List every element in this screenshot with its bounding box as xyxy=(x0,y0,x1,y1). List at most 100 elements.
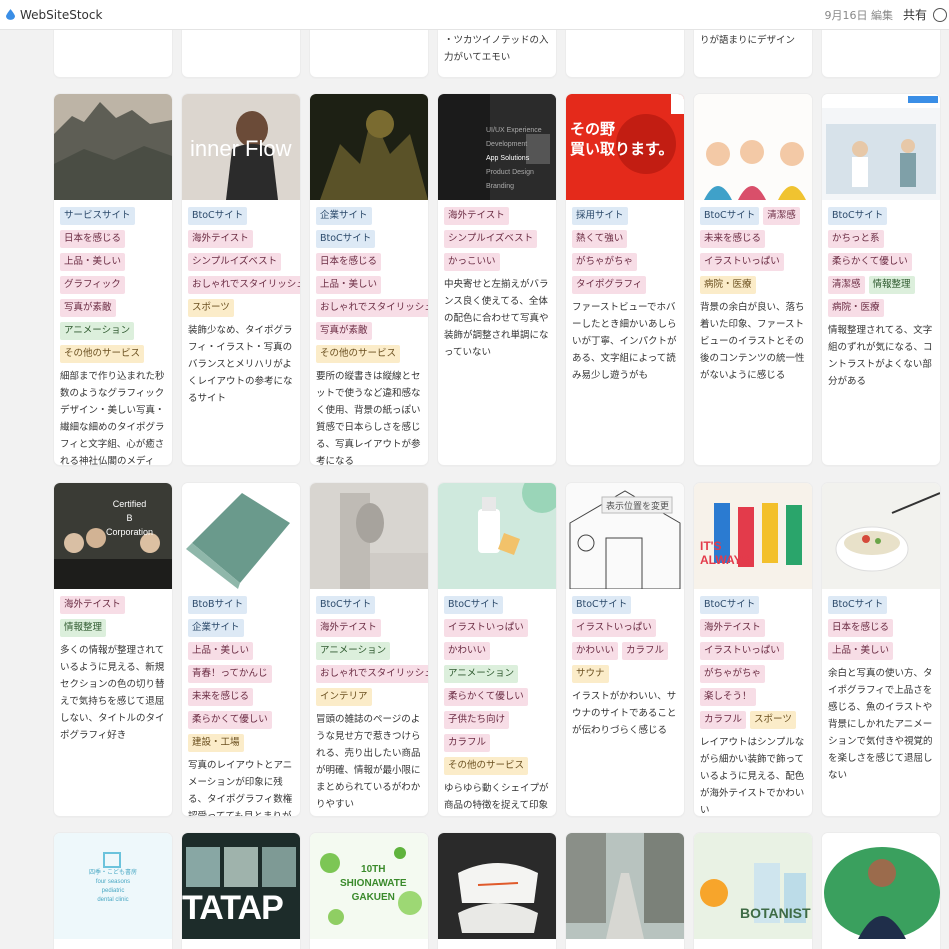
website-card[interactable]: BtoBサイト 企業サイト上品・美しい 青春！ってかんじ 未来を感じる 柔らかくて優しい… xyxy=(182,483,300,816)
site-thumbnail[interactable] xyxy=(438,483,556,589)
website-card[interactable]: TATAP xyxy=(182,833,300,949)
category-tag[interactable]: おしゃれでスタイリッシュ xyxy=(316,299,428,317)
category-tag[interactable]: 病院・医療 xyxy=(828,299,884,317)
category-tag[interactable]: スポーツ xyxy=(188,299,234,317)
category-tag[interactable]: おしゃれでスタイリッシュ xyxy=(316,665,428,683)
category-tag[interactable]: 海外テイスト xyxy=(444,207,509,225)
website-card[interactable]: その野 買い取ります。 採用サイト 熱くて強い がちゃがちゃ タイポグラフィ ファーストビュ… xyxy=(566,94,684,465)
website-card[interactable]: BtoCサイト 海外テイスト アニメーション おしゃれでスタイリッシュ インテリア 冒頭の… xyxy=(310,483,428,816)
category-tag[interactable]: 日本を感じる xyxy=(316,253,382,271)
website-card[interactable]: Certified B Corporation 海外テイスト 情報整理 多くの情報が整理さ… xyxy=(54,483,172,816)
category-tag[interactable]: サービスサイト xyxy=(60,207,135,225)
website-card[interactable]: BtoCサイト イラストいっぱい かわいい アニメーション 柔らかくて優しい 子供たち向け… xyxy=(438,483,556,816)
category-tag[interactable]: 情報整理 xyxy=(60,619,107,637)
category-tag[interactable]: BtoCサイト xyxy=(316,596,376,614)
site-thumbnail[interactable] xyxy=(182,483,300,589)
website-card[interactable]: 企業サイト BtoCサイト 日本を感じる 上品・美しい おしゃれでスタイリッシュ 写真が素… xyxy=(310,94,428,465)
site-thumbnail[interactable]: 四季・こども書房 four seasons pediatric dental clin… xyxy=(54,833,172,939)
site-thumbnail[interactable]: Certified B Corporation xyxy=(54,483,172,589)
website-card[interactable]: BtoCサイト 日本を感じる 上品・美しい 余白と写真の使い方、タイポグラフィで上品さ… xyxy=(822,483,940,816)
site-thumbnail[interactable]: 表示位置を変更 xyxy=(566,483,684,589)
category-tag[interactable]: BtoCサイト xyxy=(188,207,248,225)
site-thumbnail[interactable] xyxy=(54,94,172,200)
category-tag[interactable]: おしゃれでスタイリッシュ xyxy=(188,276,300,294)
category-tag[interactable]: カラフル xyxy=(622,642,669,660)
category-tag[interactable]: BtoCサイト xyxy=(444,596,504,614)
site-thumbnail[interactable] xyxy=(310,483,428,589)
category-tag[interactable]: BtoBサイト xyxy=(188,596,248,614)
category-tag[interactable]: 採用サイト xyxy=(572,207,628,225)
category-tag[interactable]: 海外テイスト xyxy=(60,596,125,614)
category-tag[interactable]: 日本を感じる xyxy=(60,230,126,248)
site-thumbnail[interactable]: その野 買い取ります。 xyxy=(566,94,684,200)
category-tag[interactable]: 青春！ってかんじ xyxy=(188,665,272,683)
category-tag[interactable]: アニメーション xyxy=(316,642,391,660)
category-tag[interactable]: 企業サイト xyxy=(188,619,244,637)
category-tag[interactable]: アニメーション xyxy=(444,665,519,683)
site-thumbnail[interactable] xyxy=(694,94,812,200)
category-tag[interactable]: その他のサービス xyxy=(444,757,529,775)
category-tag[interactable]: イラストいっぱい xyxy=(700,253,784,271)
more-options-icon[interactable] xyxy=(933,7,947,22)
category-tag[interactable]: 海外テイスト xyxy=(188,230,253,248)
category-tag[interactable]: 上品・美しい xyxy=(316,276,382,294)
website-card[interactable] xyxy=(566,833,684,949)
category-tag[interactable]: イラストいっぱい xyxy=(572,619,656,637)
category-tag[interactable]: 建設・工場 xyxy=(188,734,244,752)
category-tag[interactable]: その他のサービス xyxy=(316,345,401,363)
site-thumbnail[interactable] xyxy=(310,94,428,200)
category-tag[interactable]: その他のサービス xyxy=(60,345,145,363)
website-card[interactable] xyxy=(438,833,556,949)
category-tag[interactable]: 柔らかくて優しい xyxy=(828,253,912,271)
category-tag[interactable]: 清潔感 xyxy=(828,276,865,294)
website-card[interactable]: サービスサイト 日本を感じる 上品・美しい グラフィック 写真が素敵 アニメーション その他… xyxy=(54,94,172,465)
category-tag[interactable]: がちゃがちゃ xyxy=(700,665,766,683)
category-tag[interactable]: 柔らかくて優しい xyxy=(444,688,528,706)
website-card[interactable] xyxy=(822,833,940,949)
category-tag[interactable]: BtoCサイト xyxy=(316,230,376,248)
category-tag[interactable]: 上品・美しい xyxy=(60,253,126,271)
site-thumbnail[interactable] xyxy=(822,94,940,200)
category-tag[interactable]: 写真が素敵 xyxy=(60,299,116,317)
site-thumbnail[interactable]: TATAP xyxy=(182,833,300,939)
site-thumbnail[interactable]: inner Flow xyxy=(182,94,300,200)
category-tag[interactable]: アニメーション xyxy=(60,322,135,340)
category-tag[interactable]: BtoCサイト xyxy=(572,596,632,614)
category-tag[interactable]: BtoCサイト xyxy=(700,207,760,225)
website-card[interactable]: 10TH SHIONAWATE GAKUEN xyxy=(310,833,428,949)
site-thumbnail[interactable] xyxy=(438,833,556,939)
site-thumbnail[interactable]: BOTANIST xyxy=(694,833,812,939)
category-tag[interactable]: シンプルイズベスト xyxy=(444,230,538,248)
site-thumbnail[interactable] xyxy=(822,483,940,589)
category-tag[interactable]: 企業サイト xyxy=(316,207,372,225)
category-tag[interactable]: かちっと系 xyxy=(828,230,884,248)
site-thumbnail[interactable]: IT'S ALWAYS xyxy=(694,483,812,589)
category-tag[interactable]: 柔らかくて優しい xyxy=(188,711,272,729)
website-card[interactable]: BtoCサイト かちっと系 柔らかくて優しい 清潔感 情報整理 病院・医療 情報整理されてる… xyxy=(822,94,940,465)
category-tag[interactable]: 上品・美しい xyxy=(188,642,254,660)
category-tag[interactable]: BtoCサイト xyxy=(828,207,888,225)
website-card[interactable]: UI/UX Experience Development App Solutions… xyxy=(438,94,556,465)
category-tag[interactable]: イラストいっぱい xyxy=(444,619,528,637)
category-tag[interactable]: 未来を感じる xyxy=(700,230,766,248)
category-tag[interactable]: 海外テイスト xyxy=(316,619,381,637)
category-tag[interactable]: がちゃがちゃ xyxy=(572,253,638,271)
category-tag[interactable]: BtoCサイト xyxy=(828,596,888,614)
website-card[interactable]: IT'S ALWAYS BtoCサイト 海外テイスト イラストいっぱい がちゃがちゃ 楽しそ… xyxy=(694,483,812,816)
website-card[interactable]: 四季・こども書房 four seasons pediatric dental clin… xyxy=(54,833,172,949)
category-tag[interactable]: かっこいい xyxy=(444,253,500,271)
category-tag[interactable]: イラストいっぱい xyxy=(700,642,784,660)
category-tag[interactable]: 情報整理 xyxy=(868,276,915,294)
category-tag[interactable]: 熱くて強い xyxy=(572,230,628,248)
category-tag[interactable]: タイポグラフィ xyxy=(572,276,647,294)
category-tag[interactable]: 上品・美しい xyxy=(828,642,894,660)
site-thumbnail[interactable] xyxy=(566,833,684,939)
category-tag[interactable]: 日本を感じる xyxy=(828,619,894,637)
category-tag[interactable]: 未来を感じる xyxy=(188,688,254,706)
website-card[interactable]: 表示位置を変更 BtoCサイト イラストいっぱい かわいい カラフル サウナ イラストがかわ… xyxy=(566,483,684,816)
category-tag[interactable]: カラフル xyxy=(700,711,747,729)
category-tag[interactable]: シンプルイズベスト xyxy=(188,253,282,271)
category-tag[interactable]: かわいい xyxy=(572,642,619,660)
category-tag[interactable]: カラフル xyxy=(444,734,491,752)
share-button[interactable]: 共有 xyxy=(903,6,927,23)
